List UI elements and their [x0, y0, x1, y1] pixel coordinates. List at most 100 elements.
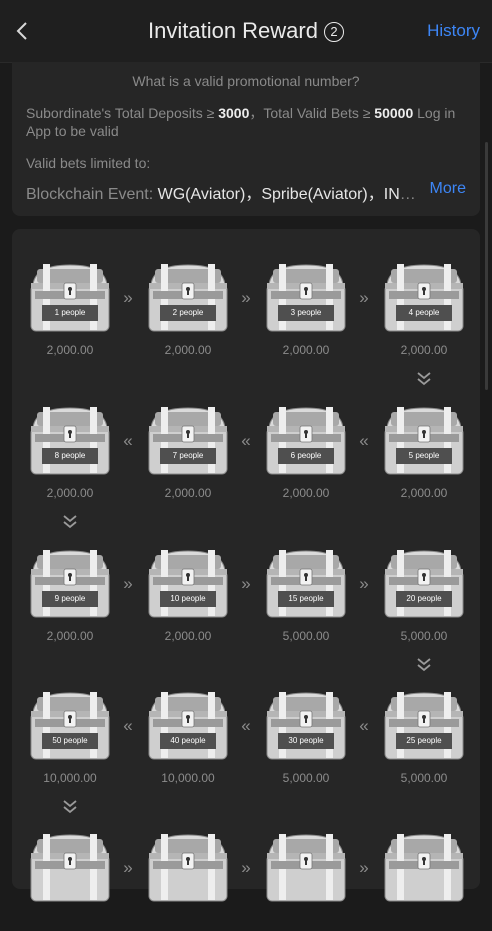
- double-chevron-right-icon: »: [359, 858, 369, 877]
- treasure-chest-icon[interactable]: [28, 831, 112, 903]
- treasure-chest-icon[interactable]: 20 people: [382, 547, 466, 619]
- reward-amount: 2,000.00: [164, 343, 212, 357]
- treasure-chest-icon[interactable]: 4 people: [382, 261, 466, 333]
- chest-people-label: 7 people: [160, 448, 216, 464]
- reward-amount: 2,000.00: [400, 486, 448, 500]
- double-chevron-left-icon: «: [359, 716, 369, 735]
- chest-people-label: 50 people: [42, 733, 98, 749]
- reward-tier: 40 people 10,000.00: [145, 689, 231, 789]
- treasure-chest-icon[interactable]: [382, 831, 466, 903]
- event-label: Blockchain Event:: [26, 186, 158, 203]
- chest-people-label: 3 people: [278, 305, 334, 321]
- reward-tier: 6 people 2,000.00: [263, 404, 349, 504]
- treasure-chest-icon[interactable]: [146, 831, 230, 903]
- reward-amount: 2,000.00: [164, 629, 212, 643]
- treasure-chest-icon[interactable]: [264, 831, 348, 903]
- reward-amount: 5,000.00: [400, 629, 448, 643]
- chest-people-label: 40 people: [160, 733, 216, 749]
- double-chevron-down-icon: [61, 800, 79, 814]
- reward-amount: 5,000.00: [400, 771, 448, 785]
- treasure-chest-icon[interactable]: 30 people: [264, 689, 348, 761]
- requirement-middle: ，Total Valid Bets ≥: [249, 105, 375, 121]
- treasure-chest-icon[interactable]: 1 people: [28, 261, 112, 333]
- double-chevron-right-icon: »: [359, 288, 369, 307]
- valid-number-question: What is a valid promotional number?: [132, 73, 360, 89]
- reward-tier: 9 people 2,000.00: [27, 547, 113, 647]
- double-chevron-right-icon: »: [359, 574, 369, 593]
- treasure-chest-icon[interactable]: 15 people: [264, 547, 348, 619]
- reward-tier: 25 people 5,000.00: [381, 689, 467, 789]
- chest-people-label: 5 people: [396, 448, 452, 464]
- treasure-chest-icon[interactable]: 50 people: [28, 689, 112, 761]
- rewards-panel: 1 people 2,000.00 2 people 2,000.00 3 peop…: [12, 229, 480, 902]
- top-bar: Invitation Reward 2 History: [0, 0, 492, 63]
- reward-tier: [145, 831, 231, 931]
- treasure-chest-icon[interactable]: 6 people: [264, 404, 348, 476]
- validity-requirements: Subordinate's Total Deposits ≥ 3000，Tota…: [26, 104, 466, 140]
- chest-people-label: 30 people: [278, 733, 334, 749]
- reward-amount: 2,000.00: [282, 343, 330, 357]
- valid-bets-limited-label: Valid bets limited to:: [26, 155, 151, 171]
- reward-tier: [27, 831, 113, 931]
- reward-tier: 4 people 2,000.00: [381, 261, 467, 361]
- reward-amount: 2,000.00: [46, 343, 94, 357]
- double-chevron-right-icon: »: [241, 288, 251, 307]
- treasure-chest-icon[interactable]: 5 people: [382, 404, 466, 476]
- reward-tier: 3 people 2,000.00: [263, 261, 349, 361]
- double-chevron-right-icon: »: [123, 288, 133, 307]
- treasure-chest-icon[interactable]: 10 people: [146, 547, 230, 619]
- double-chevron-right-icon: »: [241, 858, 251, 877]
- chest-people-label: 2 people: [160, 305, 216, 321]
- more-link[interactable]: More: [430, 180, 466, 198]
- reward-amount: 5,000.00: [282, 629, 330, 643]
- deposit-threshold: 3000: [218, 105, 250, 121]
- double-chevron-left-icon: «: [241, 716, 251, 735]
- event-value: WG(Aviator)，Spribe(Aviator)，INO...: [157, 186, 421, 203]
- treasure-chest-icon[interactable]: 7 people: [146, 404, 230, 476]
- treasure-chest-icon[interactable]: 8 people: [28, 404, 112, 476]
- reward-amount: 2,000.00: [46, 486, 94, 500]
- reward-tier: 7 people 2,000.00: [145, 404, 231, 504]
- reward-tier: 8 people 2,000.00: [27, 404, 113, 504]
- chest-people-label: 20 people: [396, 591, 452, 607]
- chest-people-label: 9 people: [42, 591, 98, 607]
- double-chevron-down-icon: [415, 372, 433, 386]
- reward-amount: 2,000.00: [46, 629, 94, 643]
- double-chevron-left-icon: «: [123, 716, 133, 735]
- scrollbar[interactable]: [485, 142, 488, 390]
- reward-amount: 10,000.00: [161, 771, 215, 785]
- treasure-chest-icon[interactable]: 9 people: [28, 547, 112, 619]
- treasure-chest-icon[interactable]: 25 people: [382, 689, 466, 761]
- double-chevron-down-icon: [61, 515, 79, 529]
- double-chevron-right-icon: »: [123, 574, 133, 593]
- chest-people-label: 15 people: [278, 591, 334, 607]
- valid-promotion-info-card: What is a valid promotional number? Subo…: [12, 62, 480, 216]
- history-link[interactable]: History: [427, 21, 480, 41]
- reward-amount: 2,000.00: [164, 486, 212, 500]
- page-title-text: Invitation Reward: [148, 18, 318, 43]
- double-chevron-down-icon: [415, 658, 433, 672]
- blockchain-event-list: Blockchain Event: WG(Aviator)，Spribe(Avi…: [26, 180, 421, 204]
- reward-tier: 30 people 5,000.00: [263, 689, 349, 789]
- chest-people-label: 10 people: [160, 591, 216, 607]
- double-chevron-left-icon: «: [241, 431, 251, 450]
- double-chevron-right-icon: »: [241, 574, 251, 593]
- chest-people-label: 25 people: [396, 733, 452, 749]
- treasure-chest-icon[interactable]: 3 people: [264, 261, 348, 333]
- reward-tier: [381, 831, 467, 931]
- reward-amount: 2,000.00: [282, 486, 330, 500]
- requirement-prefix: Subordinate's Total Deposits ≥: [26, 105, 219, 121]
- double-chevron-left-icon: «: [123, 431, 133, 450]
- reward-tier: 20 people 5,000.00: [381, 547, 467, 647]
- chest-people-label: 8 people: [42, 448, 98, 464]
- reward-tier: 50 people 10,000.00: [27, 689, 113, 789]
- treasure-chest-icon[interactable]: 40 people: [146, 689, 230, 761]
- treasure-chest-icon[interactable]: 2 people: [146, 261, 230, 333]
- reward-tier: 5 people 2,000.00: [381, 404, 467, 504]
- help-icon[interactable]: 2: [323, 22, 344, 42]
- chest-people-label: 1 people: [42, 305, 98, 321]
- reward-amount: 2,000.00: [400, 343, 448, 357]
- reward-tier: 2 people 2,000.00: [145, 261, 231, 361]
- double-chevron-left-icon: «: [359, 431, 369, 450]
- page-title: Invitation Reward 2: [0, 18, 492, 44]
